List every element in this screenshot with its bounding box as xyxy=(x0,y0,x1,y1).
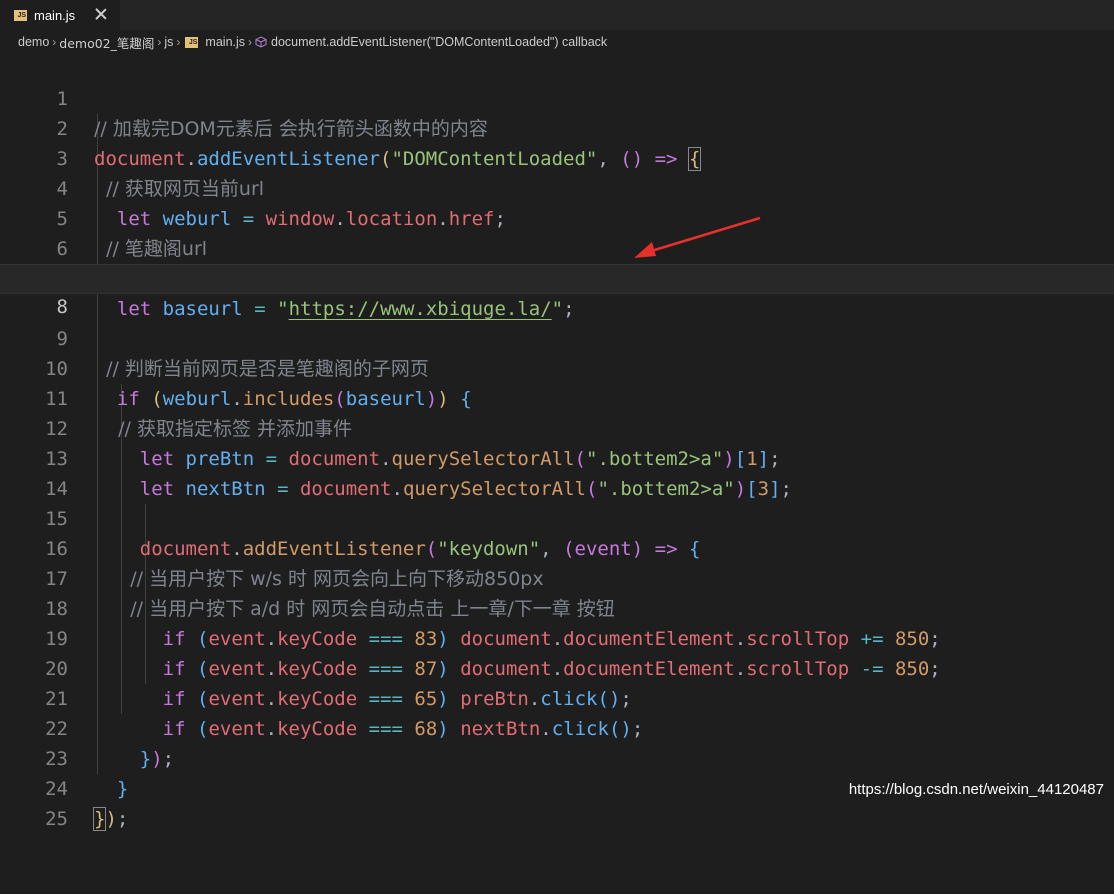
chevron-right-icon: › xyxy=(176,35,181,49)
tab-main-js[interactable]: JS main.js xyxy=(0,0,121,30)
chevron-right-icon: › xyxy=(157,35,162,49)
code-line[interactable]: 12 let preBtn = document.querySelectorAl… xyxy=(0,384,1114,470)
code-line[interactable]: 10 if (weburl.includes(baseurl)) { xyxy=(0,324,1114,410)
code-line[interactable]: 6 // let baseurl = "http://www.xbiquge.l… xyxy=(0,204,1114,290)
code-text: }); xyxy=(92,807,129,831)
code-line-current[interactable]: 8 xyxy=(0,264,1114,318)
chevron-right-icon: › xyxy=(248,35,253,49)
code-line[interactable]: 1 // 加载完DOM元素后 会执行箭头函数中的内容 xyxy=(0,54,1114,140)
tab-label: main.js xyxy=(34,7,76,23)
js-file-icon: JS xyxy=(14,9,27,21)
code-line[interactable]: 15 document.addEventListener("keydown", … xyxy=(0,474,1114,560)
code-line[interactable]: 16 // 当用户按下 w/s 时 网页会向上向下移动850px xyxy=(0,504,1114,590)
code-line[interactable]: 21 if (event.keyCode === 68) nextBtn.cli… xyxy=(0,654,1114,740)
breadcrumb-item-symbol[interactable]: document.addEventListener("DOMContentLoa… xyxy=(271,35,607,49)
breadcrumb-item-js[interactable]: js xyxy=(164,35,173,49)
code-line[interactable]: 2 document.addEventListener("DOMContentL… xyxy=(0,84,1114,171)
code-line[interactable]: 9 // 判断当前网页是否是笔趣阁的子网页 xyxy=(0,294,1114,380)
code-line[interactable]: 4 let weburl = window.location.href; xyxy=(0,144,1114,230)
line-number: 25 xyxy=(45,808,68,830)
code-line[interactable]: 19 if (event.keyCode === 87) document.do… xyxy=(0,594,1114,680)
code-line[interactable]: 14 xyxy=(0,444,1114,500)
breadcrumb-item-demo[interactable]: demo xyxy=(18,35,49,49)
watermark: https://blog.csdn.net/weixin_44120487 xyxy=(848,781,1104,798)
js-file-icon: JS xyxy=(185,36,199,48)
breadcrumb: demo › demo02_笔趣阁 › js › JS main.js › do… xyxy=(0,30,1114,54)
code-line[interactable]: 11 // 获取指定标签 并添加事件 xyxy=(0,354,1114,440)
code-line[interactable]: 18 if (event.keyCode === 83) document.do… xyxy=(0,564,1114,650)
code-line[interactable]: 20 if (event.keyCode === 65) preBtn.clic… xyxy=(0,624,1114,710)
code-line[interactable]: 17 // 当用户按下 a/d 时 网页会自动点击 上一章/下一章 按钮 xyxy=(0,534,1114,620)
chevron-right-icon: › xyxy=(52,35,57,49)
code-line[interactable]: 22 }); xyxy=(0,684,1114,770)
close-icon[interactable] xyxy=(94,7,108,21)
code-line[interactable]: 5 // 笔趣阁url xyxy=(0,174,1114,260)
code-line[interactable]: 3 // 获取网页当前url xyxy=(0,114,1114,200)
code-line[interactable]: 7 let baseurl = "https://www.xbiquge.la/… xyxy=(0,234,1114,320)
breadcrumb-item-folder[interactable]: demo02_笔趣阁 xyxy=(59,33,154,52)
red-arrow-icon xyxy=(634,216,761,258)
code-line[interactable]: 13 let nextBtn = document.querySelectorA… xyxy=(0,414,1114,500)
code-line[interactable]: 23 } xyxy=(0,714,1114,800)
tab-bar: JS main.js xyxy=(0,0,1114,30)
code-editor[interactable]: 1 // 加载完DOM元素后 会执行箭头函数中的内容 2 document.ad… xyxy=(0,54,1114,831)
symbol-method-icon xyxy=(255,36,267,48)
breadcrumb-item-file[interactable]: main.js xyxy=(205,35,245,49)
code-line[interactable]: 24 }); xyxy=(0,744,1114,831)
